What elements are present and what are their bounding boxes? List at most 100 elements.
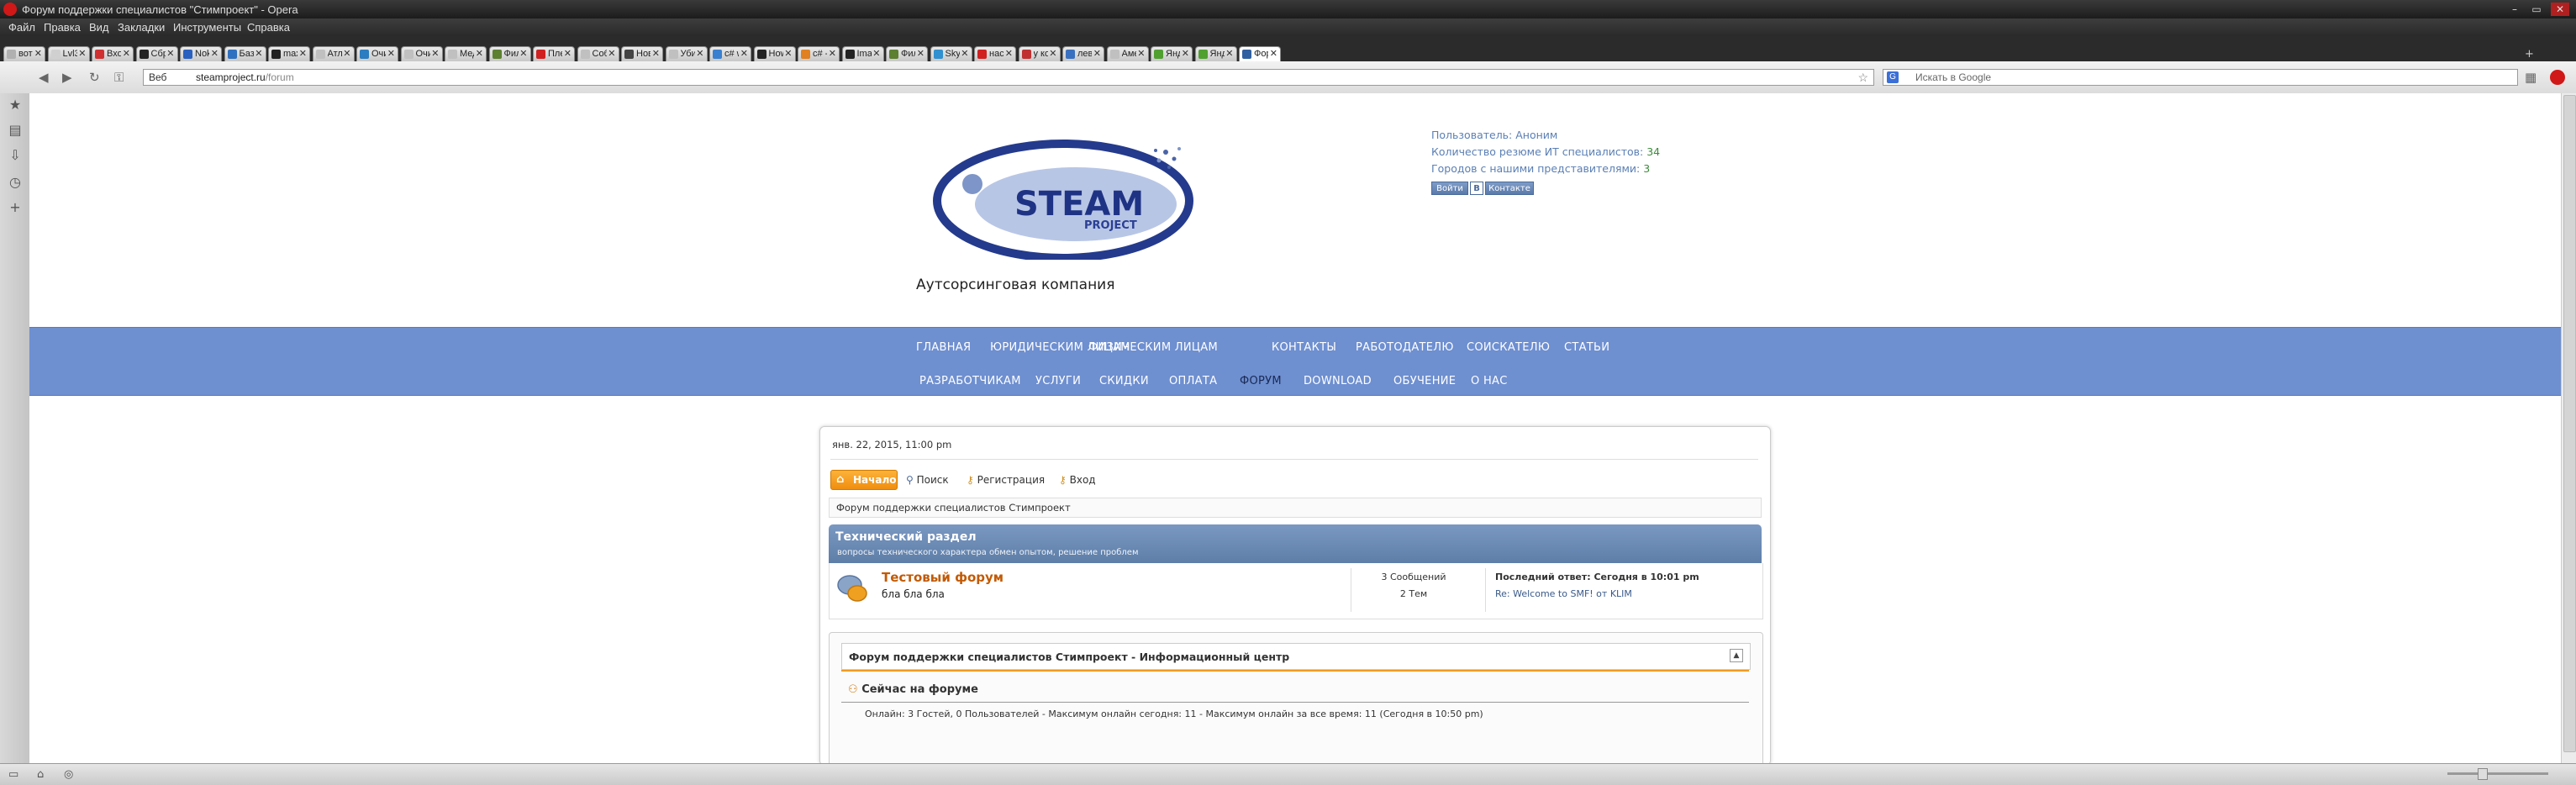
history-clock-icon[interactable]: ◷ [7, 174, 24, 191]
browser-tab[interactable]: c# - Load ...✕ [798, 46, 840, 61]
login-button[interactable]: Войти [1431, 182, 1468, 195]
zoom-slider[interactable] [2447, 772, 2548, 775]
tab-close-icon[interactable]: ✕ [1093, 48, 1101, 59]
nav-download[interactable]: DOWNLOAD [1304, 375, 1372, 387]
add-panel-icon[interactable]: + [7, 199, 24, 216]
menu-file[interactable]: Файл [8, 21, 35, 34]
menu-edit[interactable]: Правка [44, 21, 81, 34]
tab-close-icon[interactable]: ✕ [564, 48, 572, 59]
browser-tab[interactable]: Imaging O...✕ [841, 46, 884, 61]
tab-close-icon[interactable]: ✕ [1225, 48, 1233, 59]
vk-contact-button[interactable]: Контакте [1485, 182, 1534, 195]
tab-close-icon[interactable]: ✕ [476, 48, 483, 59]
collapse-toggle-icon[interactable]: ▲ [1730, 649, 1743, 662]
browser-tab[interactable]: Skype: скр...✕ [930, 46, 972, 61]
tab-close-icon[interactable]: ✕ [1270, 48, 1277, 59]
browser-tab[interactable]: Собака П...✕ [577, 46, 619, 61]
nav-education[interactable]: ОБУЧЕНИЕ [1393, 375, 1456, 387]
tab-close-icon[interactable]: ✕ [1005, 48, 1013, 59]
nav-developers[interactable]: РАЗРАБОТЧИКАМ [919, 375, 1021, 387]
nav-individuals[interactable]: ФИЗИЧЕСКИМ ЛИЦАМ [1088, 341, 1218, 354]
browser-tab[interactable]: Новая кро...✕ [621, 46, 663, 61]
tab-close-icon[interactable]: ✕ [608, 48, 615, 59]
online-title[interactable]: Сейчас на форуме [861, 683, 978, 696]
tab-close-icon[interactable]: ✕ [519, 48, 527, 59]
tab-close-icon[interactable]: ✕ [123, 48, 130, 59]
tab-close-icon[interactable]: ✕ [784, 48, 792, 59]
bookmark-star-icon[interactable]: ☆ [1857, 71, 1868, 85]
browser-tab[interactable]: у кого мо...✕ [1018, 46, 1061, 61]
browser-tab[interactable]: База GeoIP...✕ [224, 46, 266, 61]
browser-tab[interactable]: c# wpf im...✕ [709, 46, 751, 61]
browser-tab[interactable]: maxmind/...✕ [268, 46, 310, 61]
adblock-icon[interactable] [2550, 70, 2565, 85]
tab-close-icon[interactable]: ✕ [387, 48, 395, 59]
tab-close-icon[interactable]: ✕ [431, 48, 439, 59]
tab-close-icon[interactable]: ✕ [299, 48, 307, 59]
url-field[interactable]: Веб steamproject.ru/forum ☆ [143, 69, 1874, 86]
back-button[interactable]: ◀ [39, 70, 49, 85]
forum-register-link[interactable]: ⚷ Регистрация [967, 474, 1045, 486]
tab-close-icon[interactable]: ✕ [872, 48, 880, 59]
tab-close-icon[interactable]: ✕ [166, 48, 174, 59]
menu-view[interactable]: Вид [89, 21, 109, 34]
tab-close-icon[interactable]: ✕ [961, 48, 968, 59]
forward-button[interactable]: ▶ [62, 70, 72, 85]
nav-about[interactable]: О НАС [1471, 375, 1508, 387]
scrollbar-thumb[interactable] [2563, 95, 2576, 752]
panel-toggle-icon[interactable]: ▭ [8, 768, 18, 781]
nav-services[interactable]: УСЛУГИ [1035, 375, 1081, 387]
steam-project-logo[interactable]: STEAM PROJECT [929, 134, 1206, 262]
minimize-button[interactable]: – [2505, 3, 2524, 16]
last-post-link[interactable]: Re: Welcome to SMF! от KLIM [1495, 588, 1632, 599]
downloads-icon[interactable]: ⇩ [7, 147, 24, 164]
nav-applicant[interactable]: СОИСКАТЕЛЮ [1467, 341, 1550, 354]
browser-tab[interactable]: How to: U...✕ [753, 46, 796, 61]
tab-close-icon[interactable]: ✕ [78, 48, 86, 59]
browser-tab[interactable]: Племянни...✕ [533, 46, 575, 61]
nav-forum[interactable]: ФОРУМ [1240, 375, 1282, 387]
nav-payment[interactable]: ОПЛАТА [1169, 375, 1217, 387]
browser-tab[interactable]: Lvl319 - Cl...✕ [47, 46, 90, 61]
turbo-icon[interactable]: ◎ [64, 768, 73, 781]
nav-employer[interactable]: РАБОТОДАТЕЛЮ [1356, 341, 1454, 354]
forum-login-link[interactable]: ⚷ Вход [1059, 474, 1096, 486]
vk-logo-icon[interactable]: В [1470, 182, 1483, 195]
browser-tab[interactable]: Американ...✕ [1106, 46, 1149, 61]
board-name[interactable]: Тестовый форум [882, 570, 1004, 585]
tab-close-icon[interactable]: ✕ [1182, 48, 1189, 59]
tab-close-icon[interactable]: ✕ [696, 48, 703, 59]
tab-close-icon[interactable]: ✕ [1137, 48, 1145, 59]
nav-contacts[interactable]: КОНТАКТЫ [1272, 341, 1336, 354]
tab-close-icon[interactable]: ✕ [652, 48, 660, 59]
tab-close-icon[interactable]: ✕ [740, 48, 748, 59]
tab-close-icon[interactable]: ✕ [1049, 48, 1056, 59]
browser-tab[interactable]: Nokia Lum...✕ [180, 46, 222, 61]
browser-tab[interactable]: Очистите...✕ [400, 46, 443, 61]
close-window-button[interactable]: ✕ [2551, 3, 2569, 16]
tab-close-icon[interactable]: ✕ [255, 48, 262, 59]
menu-bookmarks[interactable]: Закладки [118, 21, 165, 34]
tab-close-icon[interactable]: ✕ [343, 48, 350, 59]
forum-search-link[interactable]: ⚲ Поиск [906, 474, 949, 486]
forum-home-button[interactable]: ⌂ Начало [830, 470, 898, 490]
browser-tab[interactable]: Форум по...✕ [1239, 46, 1281, 61]
browser-tab[interactable]: настройка...✕ [974, 46, 1016, 61]
zoom-slider-handle[interactable] [2478, 768, 2488, 780]
reload-button[interactable]: ↻ [89, 70, 100, 85]
nav-discounts[interactable]: СКИДКИ [1099, 375, 1149, 387]
notes-icon[interactable]: ▤ [7, 122, 24, 139]
breadcrumb-link[interactable]: Форум поддержки специалистов Стимпроект [836, 502, 1071, 514]
tab-close-icon[interactable]: ✕ [211, 48, 219, 59]
browser-tab[interactable]: Медсестра✕ [445, 46, 487, 61]
browser-tab[interactable]: Фильм За...✕ [488, 46, 531, 61]
tab-close-icon[interactable]: ✕ [917, 48, 925, 59]
nav-home[interactable]: ГЛАВНАЯ [916, 341, 971, 354]
panel-icon[interactable]: ▦ [2525, 70, 2536, 85]
browser-tab[interactable]: Яндекс.Ка...✕ [1194, 46, 1237, 61]
browser-tab[interactable]: Входящие -...✕ [92, 46, 134, 61]
browser-tab[interactable]: Фильм Ш...✕ [886, 46, 928, 61]
tab-close-icon[interactable]: ✕ [34, 48, 42, 59]
maximize-button[interactable]: ▭ [2527, 3, 2546, 16]
browser-tab[interactable]: Сброс пра...✕ [135, 46, 178, 61]
